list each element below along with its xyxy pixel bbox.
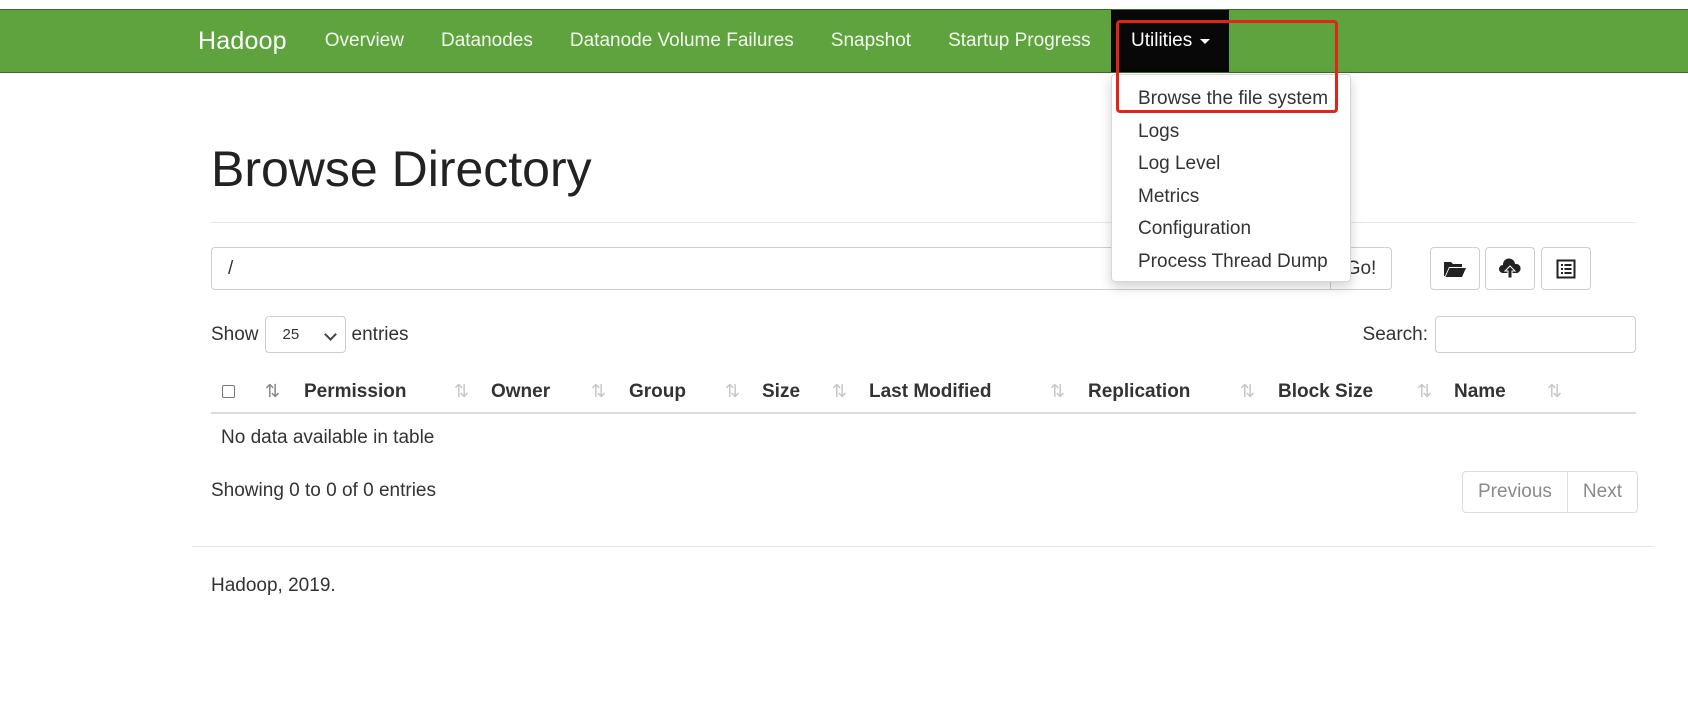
sort-icon[interactable]: ⇅ (1547, 372, 1562, 412)
table-header: ⇅ Permission ⇅ Owner ⇅ Group ⇅ Size ⇅ La… (211, 372, 1636, 414)
footer-text: Hadoop, 2019. (211, 575, 336, 596)
sort-icon[interactable]: ⇅ (1050, 372, 1065, 412)
list-alt-icon (1556, 259, 1576, 278)
nav-startup-progress[interactable]: Startup Progress (948, 30, 1091, 52)
nav-datanodes[interactable]: Datanodes (441, 30, 533, 52)
search-input[interactable] (1435, 316, 1636, 353)
nav-datanode-volume-failures[interactable]: Datanode Volume Failures (570, 30, 794, 52)
cut-paste-button[interactable] (1541, 247, 1591, 290)
red-highlight-box (1116, 20, 1338, 113)
top-navbar: Hadoop Overview Datanodes Datanode Volum… (0, 9, 1688, 73)
sort-icon[interactable]: ⇅ (1417, 372, 1432, 412)
column-last-modified[interactable]: Last Modified (869, 372, 991, 412)
entries-label: entries (351, 323, 409, 345)
page-title: Browse Directory (211, 141, 592, 197)
footer-divider (192, 546, 1655, 547)
nav-overview[interactable]: Overview (325, 30, 404, 52)
create-directory-button[interactable] (1430, 247, 1480, 290)
table-search-control: Search: (1363, 316, 1636, 353)
page-length-select[interactable]: 25 (264, 316, 346, 353)
empty-table-message: No data available in table (221, 427, 435, 448)
column-permission[interactable]: Permission (304, 372, 406, 412)
menu-item-log-level[interactable]: Log Level (1112, 148, 1350, 181)
sort-asc-icon[interactable]: ⇅ (265, 372, 280, 412)
previous-button[interactable]: Previous (1463, 472, 1567, 512)
cloud-upload-icon (1499, 257, 1521, 278)
chevron-down-icon (323, 328, 337, 341)
menu-item-configuration[interactable]: Configuration (1112, 213, 1350, 246)
brand-logo[interactable]: Hadoop (198, 27, 287, 56)
column-group[interactable]: Group (629, 372, 686, 412)
page-length-value: 25 (282, 326, 300, 343)
column-owner[interactable]: Owner (491, 372, 550, 412)
select-all-checkbox[interactable] (222, 385, 235, 398)
sort-icon[interactable]: ⇅ (725, 372, 740, 412)
title-divider (211, 222, 1636, 223)
column-block-size[interactable]: Block Size (1278, 372, 1373, 412)
sort-icon[interactable]: ⇅ (591, 372, 606, 412)
page-length-control: Show 25 entries (211, 316, 409, 353)
pagination: Previous Next (1462, 471, 1638, 513)
folder-open-icon (1444, 261, 1466, 277)
menu-item-metrics[interactable]: Metrics (1112, 181, 1350, 214)
sort-icon[interactable]: ⇅ (454, 372, 469, 412)
column-size[interactable]: Size (762, 372, 800, 412)
menu-item-process-thread-dump[interactable]: Process Thread Dump (1112, 246, 1350, 279)
nav-inner: Hadoop Overview Datanodes Datanode Volum… (198, 10, 1128, 72)
next-button[interactable]: Next (1566, 472, 1637, 512)
sort-icon[interactable]: ⇅ (1240, 372, 1255, 412)
table-info: Showing 0 to 0 of 0 entries (211, 480, 436, 501)
menu-item-logs[interactable]: Logs (1112, 116, 1350, 149)
upload-files-button[interactable] (1485, 247, 1535, 290)
nav-snapshot[interactable]: Snapshot (831, 30, 911, 52)
column-replication[interactable]: Replication (1088, 372, 1190, 412)
sort-icon[interactable]: ⇅ (832, 372, 847, 412)
column-name[interactable]: Name (1454, 372, 1506, 412)
show-label: Show (211, 323, 259, 345)
search-label: Search: (1362, 323, 1428, 345)
